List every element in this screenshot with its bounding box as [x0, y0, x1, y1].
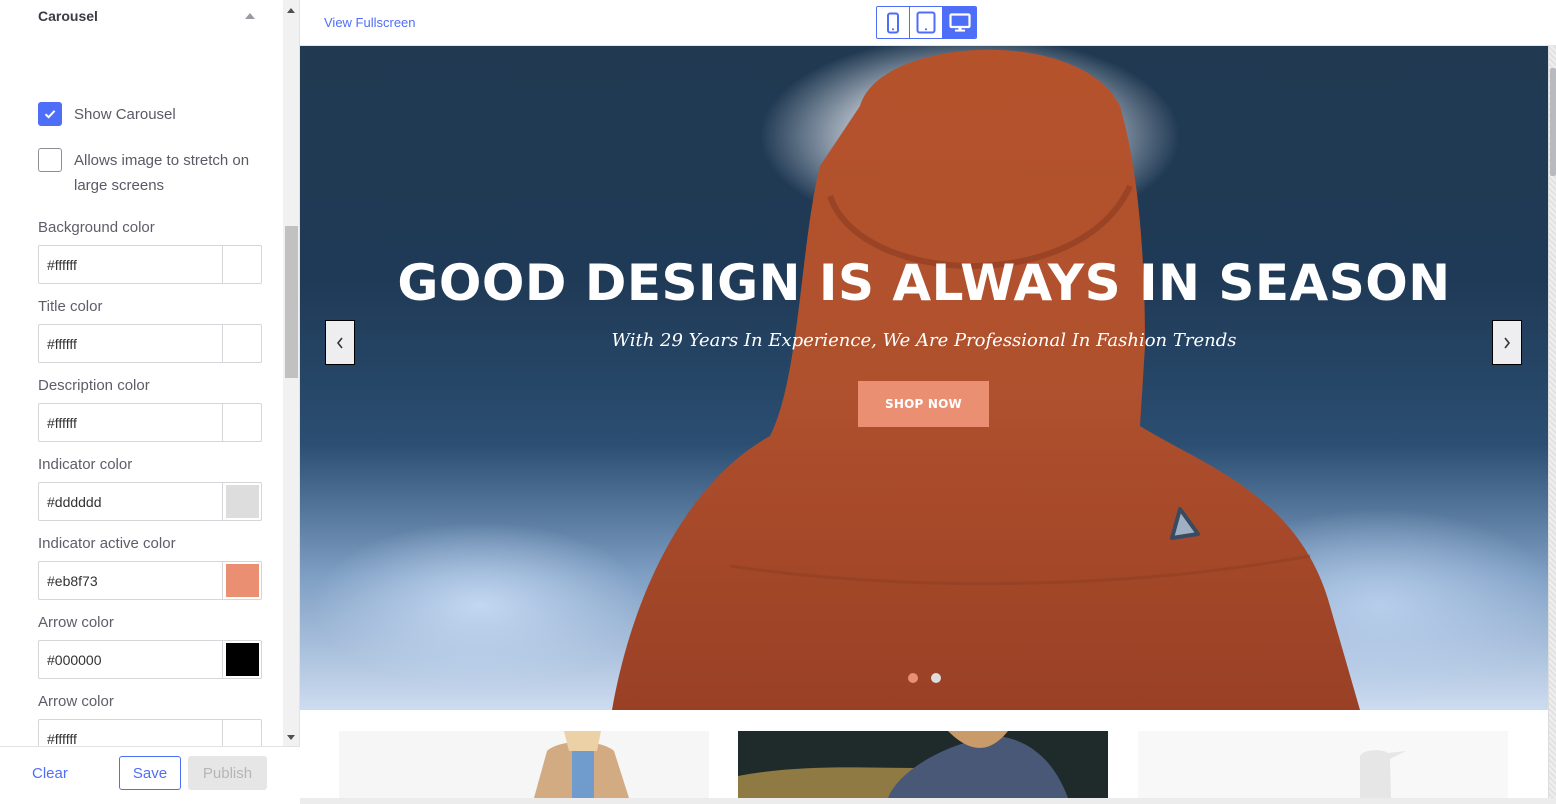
view-fullscreen-link[interactable]: View Fullscreen — [324, 15, 416, 30]
product-image-outdoor — [738, 731, 1108, 798]
clear-button[interactable]: Clear — [32, 765, 68, 782]
preview-scrollbar[interactable] — [1548, 46, 1556, 798]
field-label: Indicator color — [38, 456, 133, 473]
section-title: Carousel — [38, 8, 98, 24]
window-bottom-edge — [300, 798, 1556, 804]
color-input-group — [38, 640, 262, 679]
product-card[interactable] — [738, 731, 1108, 798]
color-input-group — [38, 719, 262, 746]
carousel-indicator-1[interactable] — [908, 673, 918, 683]
color-swatch — [225, 485, 259, 518]
product-card[interactable] — [339, 731, 709, 798]
device-switcher — [876, 6, 977, 39]
carousel-slide: GOOD DESIGN IS ALWAYS IN SEASON With 29 … — [300, 46, 1548, 710]
color-swatch — [225, 248, 259, 281]
indicator-color-field: Indicator color — [38, 455, 262, 521]
checkmark-icon — [44, 110, 56, 119]
carousel-indicator-2[interactable] — [931, 673, 941, 683]
color-input-group — [38, 245, 262, 284]
settings-panel: Carousel Show Carousel Allows image to s… — [0, 0, 300, 804]
chevron-left-icon — [336, 337, 343, 348]
color-picker-button[interactable] — [222, 404, 261, 441]
stretch-image-label: Allows image to stretch on large screens — [74, 152, 250, 194]
indicator-active-color-field: Indicator active color — [38, 534, 262, 600]
background-color-field: Background color — [38, 218, 262, 284]
field-label: Indicator active color — [38, 535, 176, 552]
carousel-next-button[interactable] — [1492, 320, 1522, 365]
arrow-color-field: Arrow color — [38, 613, 262, 679]
mobile-icon — [887, 12, 899, 33]
show-carousel-checkbox[interactable] — [38, 102, 62, 126]
color-swatch — [225, 722, 259, 746]
show-carousel-label: Show Carousel — [74, 106, 176, 123]
arrow-color-input-2[interactable] — [39, 720, 222, 746]
product-card[interactable] — [1138, 731, 1508, 798]
color-input-group — [38, 403, 262, 442]
save-button[interactable]: Save — [119, 756, 181, 790]
title-color-input[interactable] — [39, 325, 222, 362]
preview-toolbar: View Fullscreen — [300, 0, 1556, 46]
section-header-carousel[interactable]: Carousel — [38, 6, 260, 26]
indicator-color-input[interactable] — [39, 483, 222, 520]
color-input-group — [38, 324, 262, 363]
color-swatch — [225, 564, 259, 597]
hero-image-figure — [612, 46, 1360, 710]
scroll-up-icon[interactable] — [287, 8, 295, 13]
product-image-cardigan — [534, 731, 629, 798]
carousel-title: GOOD DESIGN IS ALWAYS IN SEASON — [397, 254, 1451, 312]
title-color-field: Title color — [38, 297, 262, 363]
jacket-shape — [612, 49, 1360, 710]
field-label: Arrow color — [38, 614, 114, 631]
settings-scrollbar[interactable] — [283, 0, 299, 746]
product-image-hat — [1360, 750, 1406, 798]
preview-scrollbar-thumb[interactable] — [1550, 68, 1556, 176]
scroll-down-icon[interactable] — [287, 735, 295, 740]
device-desktop-button[interactable] — [943, 7, 976, 38]
indicator-active-color-input[interactable] — [39, 562, 222, 599]
field-label: Title color — [38, 298, 103, 315]
color-picker-button[interactable] — [222, 641, 261, 678]
chevron-right-icon — [1504, 337, 1511, 348]
product-cards-row — [300, 710, 1548, 798]
settings-scroll-area: Carousel Show Carousel Allows image to s… — [0, 0, 283, 746]
device-tablet-button[interactable] — [910, 7, 943, 38]
stretch-image-checkbox[interactable] — [38, 148, 62, 172]
color-input-group — [38, 482, 262, 521]
field-label: Description color — [38, 377, 150, 394]
arrow-color-field-2: Arrow color — [38, 692, 262, 746]
color-picker-button[interactable] — [222, 325, 261, 362]
stretch-image-option[interactable]: Allows image to stretch on large screens — [38, 148, 264, 198]
color-picker-button[interactable] — [222, 483, 261, 520]
color-swatch — [225, 643, 259, 676]
preview-area: View Fullscreen GOOD DESIGN IS ALWAYS IN… — [300, 0, 1556, 798]
arrow-color-input[interactable] — [39, 641, 222, 678]
field-label: Background color — [38, 219, 155, 236]
shop-now-button[interactable]: SHOP NOW — [858, 381, 989, 427]
device-mobile-button[interactable] — [877, 7, 910, 38]
color-picker-button[interactable] — [222, 246, 261, 283]
field-label: Arrow color — [38, 693, 114, 710]
show-carousel-option[interactable]: Show Carousel — [38, 102, 264, 127]
color-picker-button[interactable] — [222, 562, 261, 599]
tablet-icon — [916, 11, 936, 34]
collapse-caret-icon[interactable] — [245, 13, 255, 19]
scrollbar-thumb[interactable] — [285, 226, 298, 378]
color-input-group — [38, 561, 262, 600]
publish-button[interactable]: Publish — [188, 756, 267, 790]
color-swatch — [225, 327, 259, 360]
description-color-field: Description color — [38, 376, 262, 442]
color-swatch — [225, 406, 259, 439]
description-color-input[interactable] — [39, 404, 222, 441]
panel-footer: Clear Save Publish — [0, 746, 300, 804]
carousel-indicators — [908, 673, 941, 683]
desktop-icon — [948, 12, 971, 32]
carousel-prev-button[interactable] — [325, 320, 355, 365]
background-color-input[interactable] — [39, 246, 222, 283]
carousel-description: With 29 Years In Experience, We Are Prof… — [611, 330, 1237, 351]
color-picker-button[interactable] — [222, 720, 261, 746]
